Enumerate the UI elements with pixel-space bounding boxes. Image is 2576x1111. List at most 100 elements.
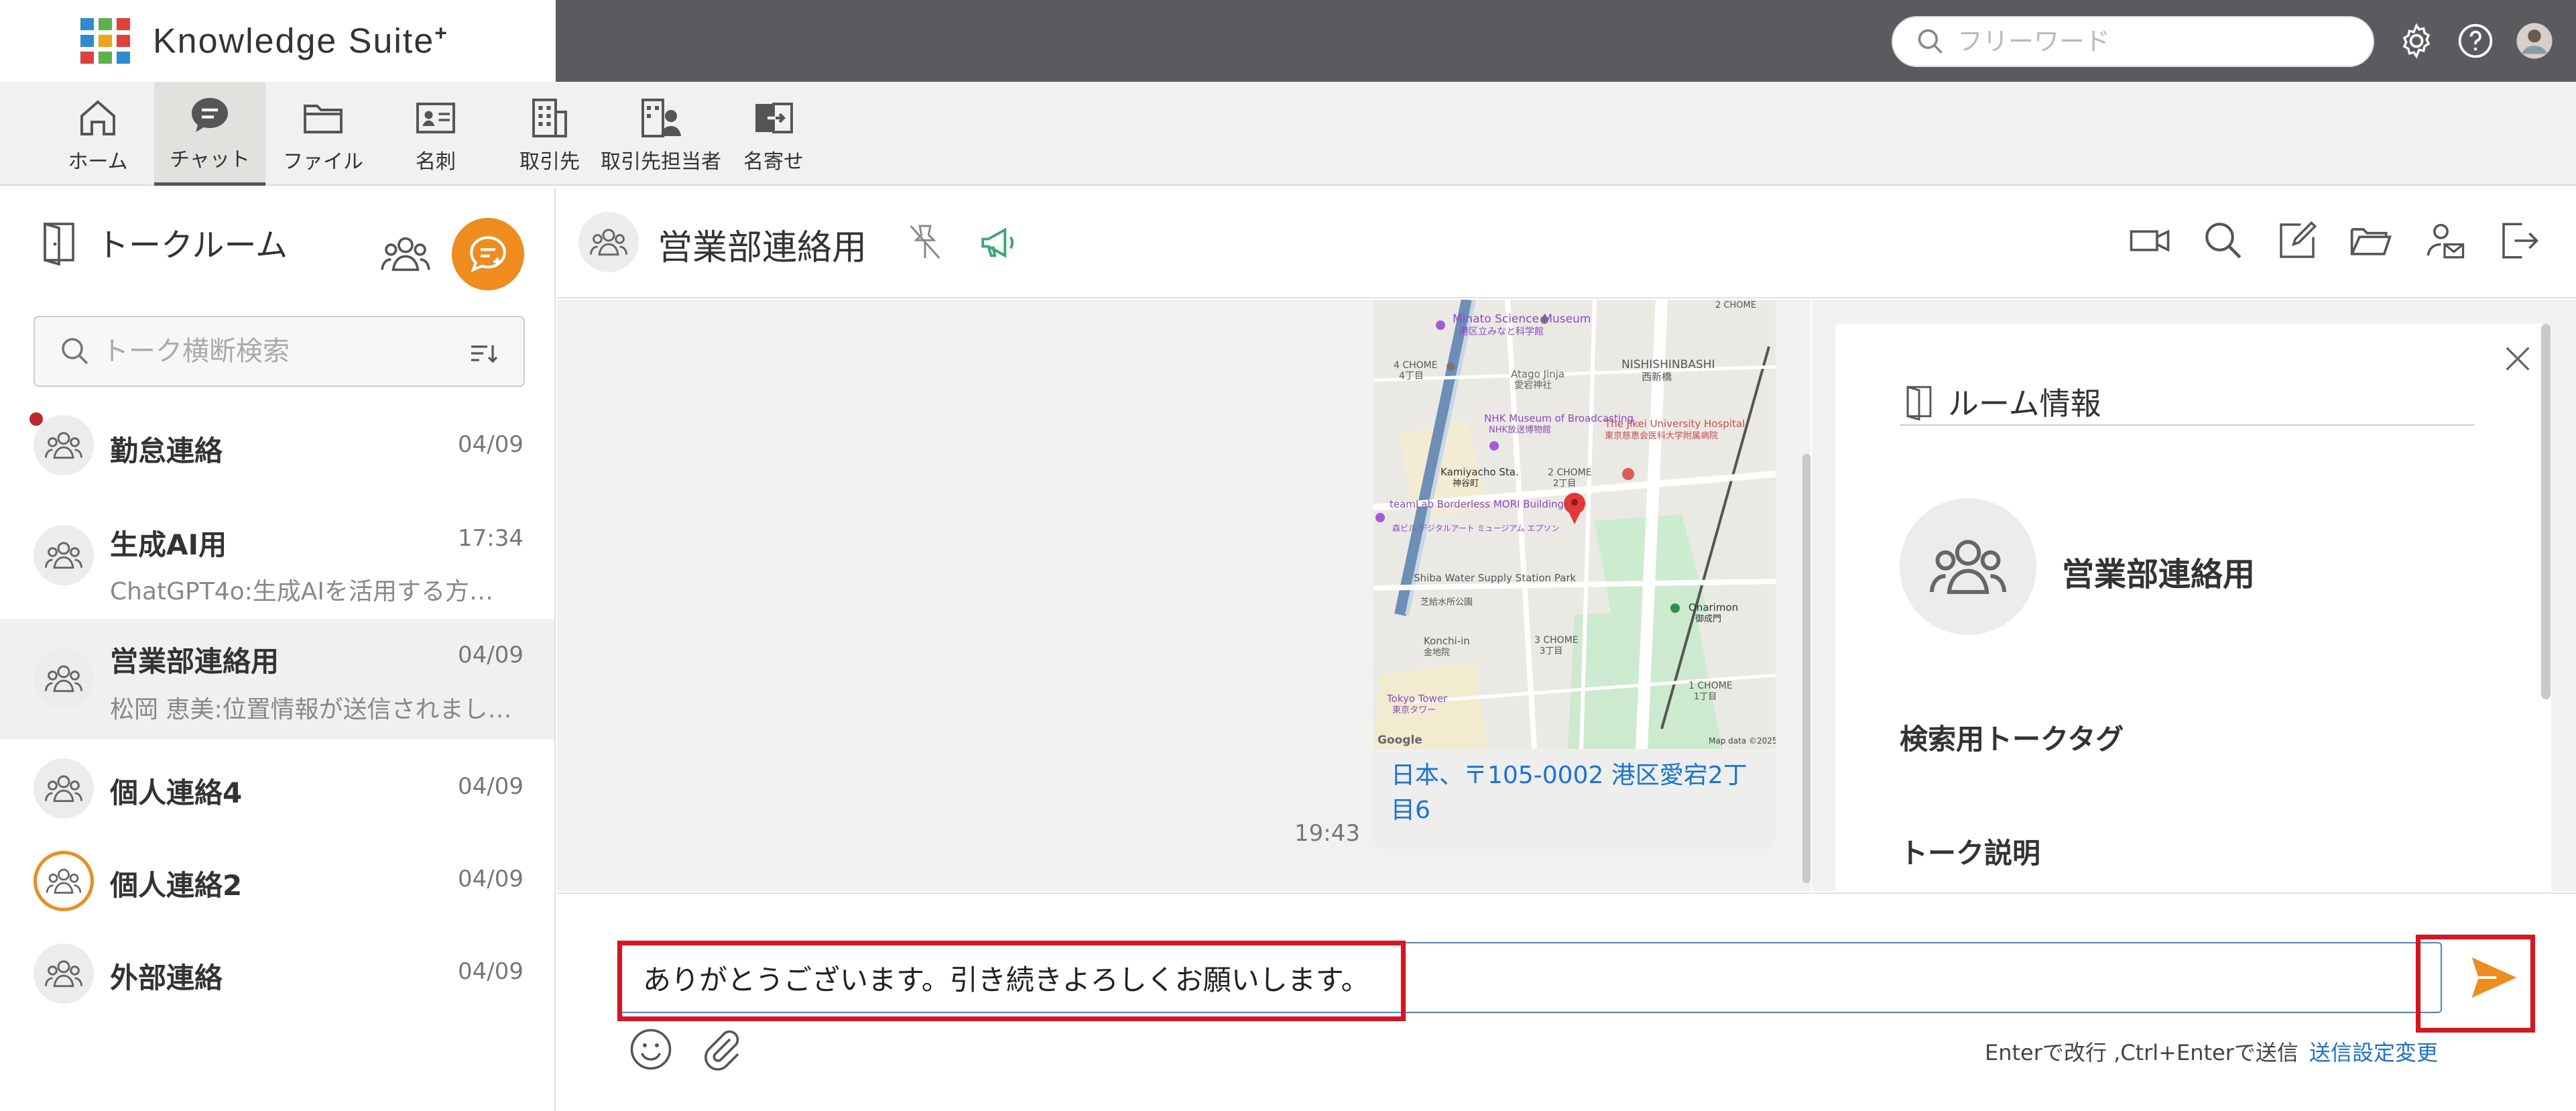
new-talk-button[interactable] xyxy=(452,218,524,290)
message-input[interactable] xyxy=(643,961,2419,994)
chat-scrollbar[interactable] xyxy=(1802,454,1811,883)
merge-icon xyxy=(755,102,793,133)
video-call-icon[interactable] xyxy=(2127,218,2172,264)
map-label: NHK放送博物館 xyxy=(1489,425,1551,435)
map-label: 2丁目 xyxy=(1553,479,1576,489)
logo-square xyxy=(117,18,130,30)
brand-name: Knowledge Suite+ xyxy=(153,21,448,61)
logo-mark-icon xyxy=(80,18,130,64)
search-icon xyxy=(62,338,88,365)
emoji-icon[interactable] xyxy=(627,1025,675,1073)
room-item[interactable]: 生成AI用 17:34 ChatGPT4o:生成AIを活用する方法… xyxy=(0,502,554,613)
send-icon xyxy=(2471,957,2517,998)
nav-client-contact[interactable]: 取引先担当者 xyxy=(601,82,721,186)
talk-search-box[interactable] xyxy=(34,316,525,387)
chat-icon xyxy=(192,98,228,132)
room-item[interactable]: 個人連絡4 04/09 xyxy=(0,745,554,832)
room-name: 個人連絡4 xyxy=(110,776,243,809)
close-icon[interactable] xyxy=(2499,340,2536,377)
send-settings-link[interactable]: 送信設定変更 xyxy=(2309,1036,2438,1067)
room-date: 04/09 xyxy=(458,642,524,668)
group-avatar-icon xyxy=(34,648,94,709)
nav-business-card[interactable]: 名刺 xyxy=(400,82,472,186)
help-icon[interactable] xyxy=(2455,20,2496,62)
nav-label: 名寄せ xyxy=(743,150,804,174)
gear-icon[interactable] xyxy=(2396,20,2437,62)
user-avatar[interactable] xyxy=(2514,20,2555,62)
map-label: 3 CHOME xyxy=(1534,635,1579,646)
map-label: 4丁目 xyxy=(1399,371,1424,382)
nav-client[interactable]: 取引先 xyxy=(509,82,590,186)
chat-messages: 19:43 Minato Science Museum 港区立みなと科学館 4 … xyxy=(557,300,1811,891)
chat-header: 営業部連絡用 xyxy=(557,187,2576,298)
room-item[interactable]: 営業部連絡用 04/09 松岡 恵美:位置情報が送信されまし… xyxy=(0,619,554,740)
member-mail-icon[interactable] xyxy=(2422,218,2467,264)
map-label: Map data ©2025 xyxy=(1709,736,1776,746)
logo[interactable]: Knowledge Suite+ xyxy=(0,0,556,82)
building-icon xyxy=(532,98,567,137)
map-label: 森ビル デジタルアート ミュージアム エプソン xyxy=(1392,523,1559,533)
edit-icon[interactable] xyxy=(2274,218,2320,264)
room-name: 生成AI用 xyxy=(110,528,227,561)
global-search-input[interactable] xyxy=(1957,27,2333,56)
map-label: 西新橋 xyxy=(1642,371,1672,383)
nav-home[interactable]: ホーム xyxy=(59,82,137,186)
map-label: 芝給水所公園 xyxy=(1420,597,1473,607)
location-message[interactable]: Minato Science Museum 港区立みなと科学館 4 CHOME … xyxy=(1373,300,1776,850)
location-address[interactable]: 日本、〒105-0002 港区愛宕2丁目6 xyxy=(1373,749,1776,850)
leave-icon[interactable] xyxy=(2496,218,2541,264)
talk-search-input[interactable] xyxy=(102,336,450,367)
logo-square xyxy=(80,52,94,64)
global-search-box[interactable] xyxy=(1892,16,2374,67)
chat-tools xyxy=(2127,218,2541,264)
room-info-title: ルーム情報 xyxy=(1948,386,2101,422)
nav-label: ホーム xyxy=(68,150,128,174)
business-card-icon xyxy=(416,102,455,133)
send-button[interactable] xyxy=(2457,942,2531,1013)
info-scrollbar[interactable] xyxy=(2541,324,2551,699)
megaphone-icon[interactable] xyxy=(977,221,1022,265)
map-label: Atago Jinja xyxy=(1511,368,1565,380)
sidebar-title: トークルーム xyxy=(97,227,288,264)
room-item[interactable]: 外部連絡 04/09 xyxy=(0,930,554,1017)
map-label: Kamiyacho Sta. xyxy=(1440,466,1519,478)
send-hint: Enterで改行 ,Ctrl+Enterで送信 xyxy=(1985,1040,2298,1065)
room-info-name: 営業部連絡用 xyxy=(2062,556,2256,593)
map-label: 4 CHOME xyxy=(1394,360,1438,371)
map-image[interactable]: Minato Science Museum 港区立みなと科学館 4 CHOME … xyxy=(1373,300,1776,749)
attachment-icon[interactable] xyxy=(698,1025,746,1073)
members-icon[interactable] xyxy=(379,227,432,281)
group-avatar-icon xyxy=(34,525,94,585)
room-name: 外部連絡 xyxy=(110,961,223,994)
map-label: Minato Science Museum xyxy=(1453,312,1591,326)
room-info-card: ルーム情報 営業部連絡用 検索用トークタグ トーク説明 xyxy=(1835,324,2551,891)
room-avatar-icon xyxy=(578,212,639,272)
nav-file[interactable]: ファイル xyxy=(282,82,365,186)
room-item[interactable]: 勤怠連絡 04/09 xyxy=(0,412,554,495)
folder-open-icon[interactable] xyxy=(2348,218,2394,264)
room-item[interactable]: 個人連絡2 04/09 xyxy=(0,837,554,925)
map-label: 2 CHOME xyxy=(1548,467,1592,478)
map-label: 神谷町 xyxy=(1453,479,1479,489)
map-label: NISHISHINBASHI xyxy=(1621,358,1715,371)
nav-merge[interactable]: 名寄せ xyxy=(737,82,810,186)
home-icon xyxy=(80,99,115,135)
map-label: Google xyxy=(1377,734,1422,747)
map-label: 1丁目 xyxy=(1694,692,1717,702)
logo-square xyxy=(80,18,94,30)
search-icon[interactable] xyxy=(2201,218,2246,264)
map-graphic: Minato Science Museum 港区立みなと科学館 4 CHOME … xyxy=(1373,300,1776,749)
room-date: 04/09 xyxy=(458,431,524,458)
group-avatar-icon xyxy=(34,415,94,475)
logo-square xyxy=(99,35,112,47)
sort-icon[interactable] xyxy=(467,337,499,369)
sidebar-header: トークルーム xyxy=(35,218,288,266)
nav-label: 名刺 xyxy=(416,150,456,174)
compose-area: Enterで改行 ,Ctrl+Enterで送信 送信設定変更 xyxy=(557,892,2576,1111)
message-input-box[interactable] xyxy=(619,942,2442,1013)
nav-chat[interactable]: チャット xyxy=(154,82,265,186)
pin-off-icon[interactable] xyxy=(904,221,946,264)
top-bar: Knowledge Suite+ xyxy=(0,0,2576,82)
room-info-panel: ルーム情報 営業部連絡用 検索用トークタグ トーク説明 xyxy=(1812,300,2576,891)
map-label: 東京慈恵会医科大学附属病院 xyxy=(1605,430,1718,441)
